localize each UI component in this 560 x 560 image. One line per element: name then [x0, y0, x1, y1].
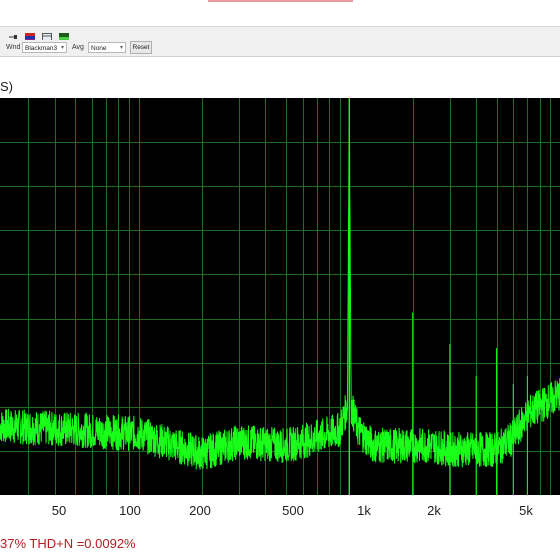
avg-label: Avg — [72, 44, 84, 51]
x-tick-label: 100 — [119, 503, 141, 518]
x-tick-label: 50 — [51, 503, 67, 518]
chevron-down-icon: ▾ — [119, 45, 123, 51]
thd-status-readout: 37% THD+N =0.0092% — [0, 536, 136, 551]
x-tick-label: 200 — [189, 503, 211, 518]
wnd-label: Wnd — [6, 44, 21, 51]
color-palette-icon[interactable] — [25, 29, 35, 42]
title-strip — [0, 0, 560, 26]
spectrum-chart — [0, 98, 560, 495]
avg-select[interactable]: None ▾ — [88, 42, 126, 53]
analysis-toolbar: Wnd Blackman3 ▾ Avg None ▾ Reset — [0, 40, 560, 57]
window-select[interactable]: Blackman3 ▾ — [22, 42, 67, 53]
chevron-down-icon: ▾ — [60, 45, 64, 51]
spectrum-icon[interactable] — [59, 29, 69, 42]
window-icon[interactable] — [42, 29, 52, 42]
avg-select-value: None — [91, 45, 107, 52]
window-select-value: Blackman3 — [25, 45, 58, 52]
x-tick-label: 1k — [357, 503, 371, 518]
icon-toolbar — [0, 26, 560, 42]
reset-button[interactable]: Reset — [130, 41, 152, 54]
x-tick-label: 2k — [427, 503, 441, 518]
panel-title: S) — [0, 79, 13, 94]
spectrum-plot[interactable] — [0, 98, 560, 495]
active-tab-indicator[interactable] — [208, 0, 353, 2]
pen-icon[interactable] — [8, 29, 18, 39]
x-tick-label: 500 — [282, 503, 304, 518]
x-tick-label: 5k — [519, 503, 533, 518]
